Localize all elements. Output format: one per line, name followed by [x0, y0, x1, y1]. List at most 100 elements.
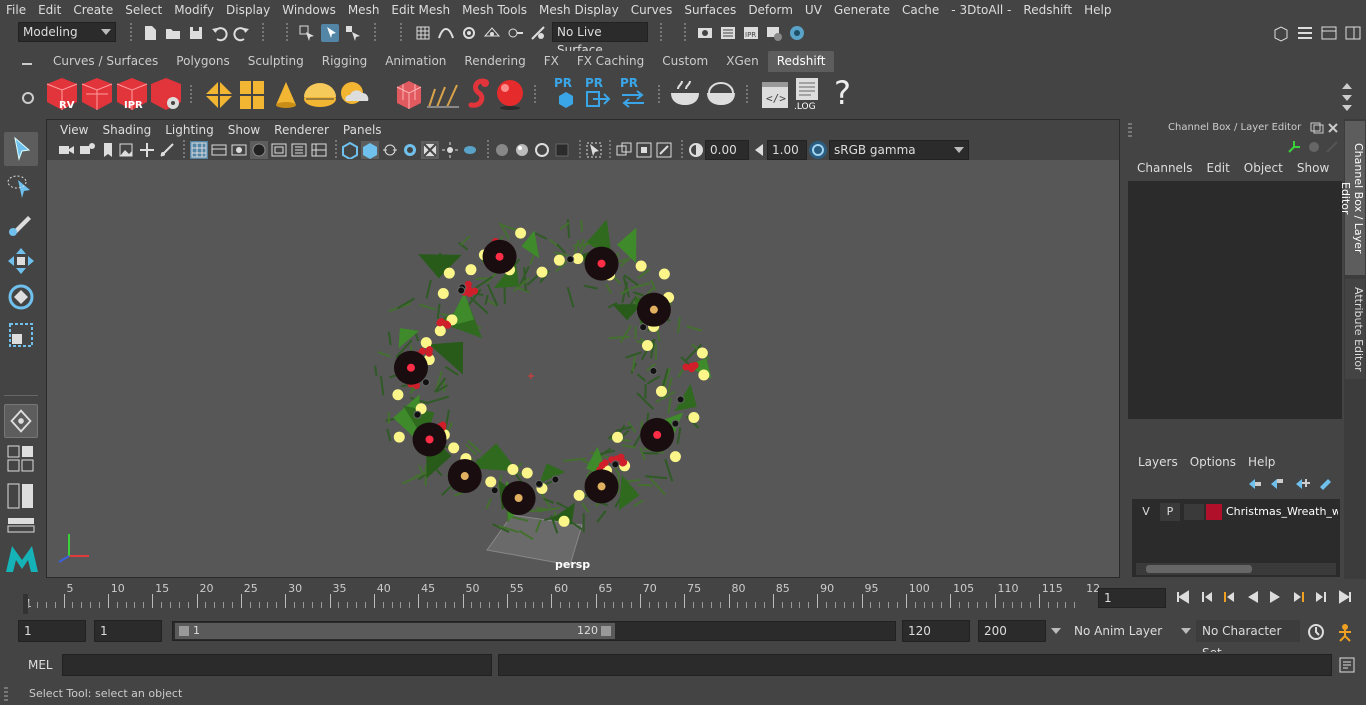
- redshift-render-icon[interactable]: [80, 76, 114, 112]
- scale-tool-icon[interactable]: [4, 318, 38, 352]
- resolution-gate-icon[interactable]: [310, 141, 328, 159]
- menu-mesh[interactable]: Mesh: [342, 0, 386, 20]
- gamma-field[interactable]: 1.00: [767, 140, 807, 160]
- xray-components-icon[interactable]: [401, 141, 419, 159]
- layout-four-panes-icon[interactable]: [6, 444, 36, 474]
- viewport-menu-lighting[interactable]: Lighting: [158, 123, 221, 137]
- shelf-tab-xgen[interactable]: XGen: [717, 51, 768, 72]
- snap-grid-icon[interactable]: [414, 24, 432, 42]
- playback-start-field[interactable]: 1: [94, 620, 162, 642]
- menu-edit-mesh[interactable]: Edit Mesh: [385, 0, 456, 20]
- snap-point-icon[interactable]: [460, 24, 478, 42]
- ambient-occlusion-icon[interactable]: [421, 141, 439, 159]
- display-type-toggle[interactable]: [1184, 504, 1204, 520]
- redshift-settings-icon[interactable]: [149, 76, 183, 112]
- animation-start-field[interactable]: 1: [18, 620, 86, 642]
- frame-selection-icon[interactable]: [635, 141, 653, 159]
- menu-redshift[interactable]: Redshift: [1017, 0, 1078, 20]
- redshift-mesh-light-icon[interactable]: [395, 79, 423, 111]
- step-back-key-icon[interactable]: [1200, 590, 1214, 604]
- menu-curves[interactable]: Curves: [625, 0, 679, 20]
- time-ruler[interactable]: 1510152025303540455055606570758085909510…: [20, 580, 1100, 614]
- redshift-pr-export-icon[interactable]: PR: [585, 76, 613, 112]
- move-layer-down-icon[interactable]: [1268, 477, 1284, 491]
- lasso-tool-icon[interactable]: [4, 170, 38, 204]
- playback-toggle[interactable]: P: [1160, 503, 1180, 521]
- redshift-volume-icon[interactable]: [238, 79, 266, 111]
- live-surface-field[interactable]: No Live Surface: [552, 22, 648, 57]
- render-frame-icon[interactable]: [719, 24, 737, 42]
- viewport-menu-show[interactable]: Show: [221, 123, 267, 137]
- shelf-tab-redshift[interactable]: Redshift: [767, 51, 835, 72]
- image-plane-icon[interactable]: [117, 141, 135, 159]
- redshift-scripting-icon[interactable]: </>: [760, 79, 790, 111]
- viewport-menu-panels[interactable]: Panels: [336, 123, 389, 137]
- play-backwards-icon[interactable]: [1246, 590, 1260, 604]
- redshift-proxy-icon[interactable]: [203, 79, 235, 111]
- select-tool-icon[interactable]: [4, 132, 38, 166]
- shelf-tab-custom[interactable]: Custom: [653, 51, 718, 72]
- select-camera-icon[interactable]: [57, 141, 75, 159]
- open-scene-icon[interactable]: [164, 24, 182, 42]
- anim-layer-selector[interactable]: No Anim Layer: [1068, 620, 1176, 642]
- render-settings-icon[interactable]: [765, 24, 783, 42]
- redshift-bake-sets-icon[interactable]: [704, 79, 738, 109]
- workspace-icon[interactable]: [1272, 24, 1290, 42]
- menu-windows[interactable]: Windows: [276, 0, 342, 20]
- shelf-scroll-icon[interactable]: [1340, 81, 1354, 113]
- film-gate-icon[interactable]: [158, 141, 176, 159]
- menu-mesh-display[interactable]: Mesh Display: [533, 0, 625, 20]
- depth-of-field-icon[interactable]: [493, 141, 511, 159]
- last-tool-icon[interactable]: [4, 404, 38, 438]
- shelf-tab-rendering[interactable]: Rendering: [455, 51, 535, 72]
- color-management-icon[interactable]: [809, 141, 827, 159]
- go-to-end-icon[interactable]: [1338, 590, 1352, 604]
- redshift-sun-light-icon[interactable]: [338, 79, 372, 111]
- ipr-render-icon[interactable]: IPR: [742, 24, 760, 42]
- snap-view-plane-icon[interactable]: [483, 24, 501, 42]
- script-language-label[interactable]: MEL: [28, 658, 53, 672]
- range-slider-handle[interactable]: 1 120: [175, 623, 615, 639]
- paint-select-tool-icon[interactable]: [4, 206, 38, 240]
- grid-toggle-icon[interactable]: [138, 141, 156, 159]
- visibility-toggle[interactable]: V: [1136, 503, 1156, 521]
- menu-surfaces[interactable]: Surfaces: [678, 0, 742, 20]
- layer-color-swatch[interactable]: [1206, 504, 1222, 520]
- redshift-rv-icon[interactable]: RV: [45, 76, 79, 112]
- motion-blur-icon[interactable]: [441, 141, 459, 159]
- menu-modify[interactable]: Modify: [168, 0, 220, 20]
- toggle-attribute-editor-icon[interactable]: [1296, 24, 1314, 42]
- camera-attributes-icon[interactable]: [78, 141, 96, 159]
- christmas-wreath-model[interactable]: [47, 160, 1119, 577]
- snap-surface-icon[interactable]: [506, 24, 524, 42]
- layer-scrollbar[interactable]: [1136, 563, 1336, 575]
- shelf-tab-rigging[interactable]: Rigging: [312, 51, 377, 72]
- shelf-tab-sculpting[interactable]: Sculpting: [238, 51, 313, 72]
- safe-title-icon[interactable]: [615, 141, 633, 159]
- exposure-icon[interactable]: [687, 141, 705, 159]
- color-space-select[interactable]: sRGB gamma: [829, 140, 969, 160]
- redshift-sphere-icon[interactable]: [494, 77, 526, 111]
- select-hierarchy-icon[interactable]: [298, 24, 316, 42]
- menu-create[interactable]: Create: [67, 0, 119, 20]
- step-forward-frame-icon[interactable]: [1292, 590, 1306, 604]
- new-empty-layer-icon[interactable]: [1294, 477, 1310, 491]
- menu-generate[interactable]: Generate: [828, 0, 896, 20]
- redshift-ipr-icon[interactable]: IPR: [115, 76, 149, 112]
- viewport-menu-renderer[interactable]: Renderer: [267, 123, 336, 137]
- animation-end-field[interactable]: 200: [978, 620, 1046, 642]
- safe-action-icon[interactable]: [585, 141, 603, 159]
- shelf-tab-fx[interactable]: FX: [534, 51, 568, 72]
- textured-icon[interactable]: [250, 141, 268, 159]
- anim-layer-dropdown-icon[interactable]: [1050, 626, 1062, 636]
- redshift-bake-icon[interactable]: [668, 79, 702, 109]
- layer-menu-layers[interactable]: Layers: [1132, 455, 1184, 469]
- xray-joints-icon[interactable]: [381, 141, 399, 159]
- multisample-aa-icon[interactable]: [461, 141, 479, 159]
- smooth-shade-icon[interactable]: [210, 141, 228, 159]
- layer-scrollbar-thumb[interactable]: [1146, 565, 1252, 573]
- mode-selector[interactable]: Modeling: [18, 22, 116, 42]
- script-editor-icon[interactable]: [1338, 656, 1356, 674]
- menu-3dtoall[interactable]: - 3DtoAll -: [945, 0, 1017, 20]
- select-object-icon[interactable]: [321, 24, 339, 42]
